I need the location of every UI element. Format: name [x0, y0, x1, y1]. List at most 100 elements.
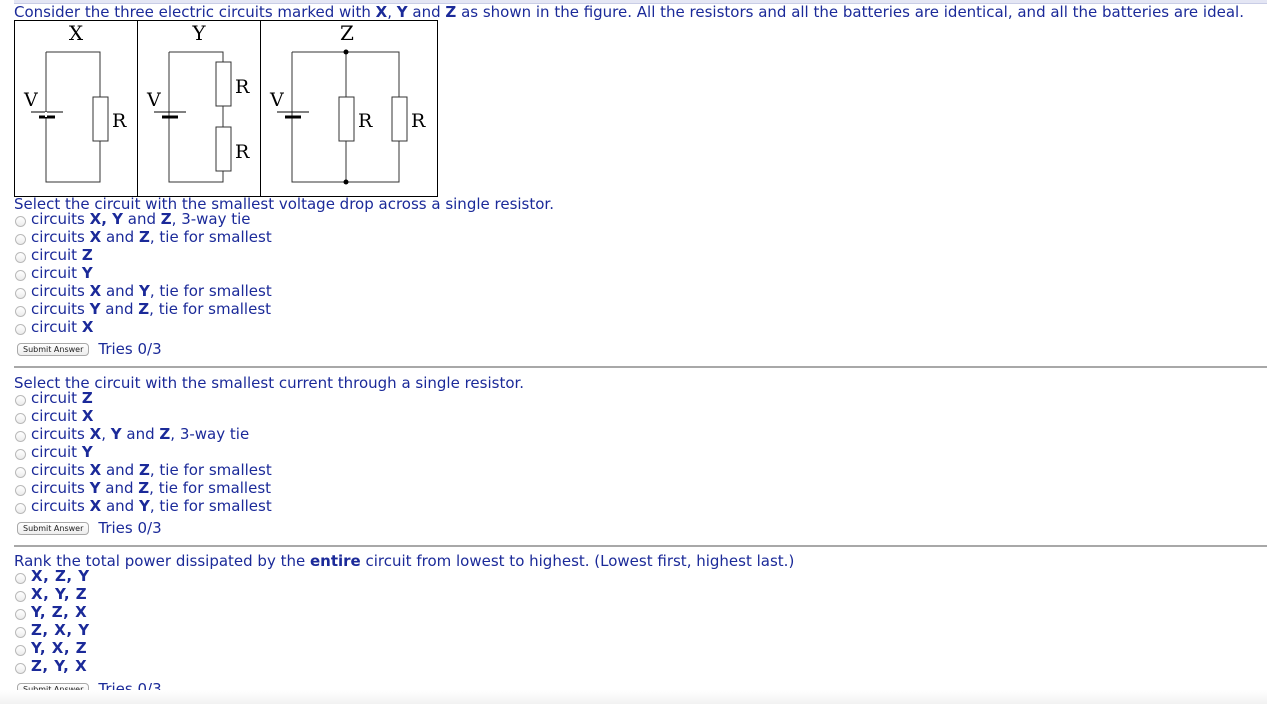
radio-button[interactable] — [15, 449, 26, 460]
question-3-options: X, Z, Y X, Y, Z Y, Z, X Z, X, Y Y, X, Z Z, Y,… — [14, 567, 90, 675]
radio-button[interactable] — [15, 306, 26, 317]
option-label: circuit Y — [31, 264, 93, 282]
option-text: circuits — [31, 479, 90, 497]
option-emphasis: X, Y — [89, 210, 123, 228]
intro-z: Z — [445, 3, 457, 21]
resistor — [92, 96, 109, 142]
option-text: , tie for smallest — [149, 228, 272, 246]
option-emphasis: Z — [81, 389, 93, 407]
resistor — [215, 126, 232, 172]
radio-button[interactable] — [15, 591, 26, 602]
tries-counter: Tries 0/3 — [98, 340, 162, 358]
answer-option[interactable]: Z, Y, X — [14, 657, 90, 675]
answer-option[interactable]: Y, Z, X — [14, 603, 90, 621]
answer-option[interactable]: circuit X — [14, 407, 272, 425]
resistor-label: R — [235, 141, 250, 163]
radio-button[interactable] — [15, 216, 26, 227]
radio-button[interactable] — [15, 324, 26, 335]
radio-button[interactable] — [15, 503, 26, 514]
junction-node — [343, 49, 349, 55]
option-label: circuits Y and Z, tie for smallest — [31, 300, 271, 318]
radio-button[interactable] — [15, 413, 26, 424]
radio-button[interactable] — [15, 252, 26, 263]
option-text: circuits — [31, 497, 90, 515]
option-label: circuits X, Y and Z, 3-way tie — [31, 210, 251, 228]
radio-button[interactable] — [15, 467, 26, 478]
answer-option[interactable]: circuits X and Y, tie for smallest — [14, 282, 272, 300]
option-text: circuits — [31, 282, 90, 300]
radio-button[interactable] — [15, 288, 26, 299]
option-label: circuit X — [31, 318, 93, 336]
option-text: , 3-way tie — [171, 210, 251, 228]
submit-answer-button[interactable]: Submit Answer — [17, 342, 90, 356]
radio-button[interactable] — [15, 663, 26, 674]
answer-option[interactable]: circuits Y and Z, tie for smallest — [14, 479, 272, 497]
answer-option[interactable]: circuits X, Y and Z, 3-way tie — [14, 425, 272, 443]
option-emphasis: Z — [81, 246, 93, 264]
answer-option[interactable]: circuit Y — [14, 264, 272, 282]
option-text: , tie for smallest — [149, 300, 272, 318]
intro-suffix: as shown in the figure. All the resistor… — [456, 3, 1244, 21]
option-text: and — [101, 497, 139, 515]
option-text: , tie for smallest — [149, 461, 272, 479]
resistor — [338, 96, 355, 142]
intro-y: Y — [396, 3, 408, 21]
answer-option[interactable]: circuits X, Y and Z, 3-way tie — [14, 210, 272, 228]
answer-option[interactable]: circuits X and Z, tie for smallest — [14, 461, 272, 479]
answer-option[interactable]: circuit Y — [14, 443, 272, 461]
answer-option[interactable]: circuit Z — [14, 389, 272, 407]
tries-counter: Tries 0/3 — [98, 519, 162, 537]
radio-button[interactable] — [15, 645, 26, 656]
resistor-label: R — [411, 110, 426, 132]
answer-option[interactable]: X, Y, Z — [14, 585, 90, 603]
option-text: , 3-way tie — [170, 425, 250, 443]
intro-sep: , — [387, 3, 397, 21]
option-label: Y, X, Z — [31, 639, 88, 657]
circuit-figure: X R V Y R R V Z R R V — [14, 20, 438, 197]
option-emphasis: Y — [89, 300, 101, 318]
option-emphasis: Y — [81, 264, 93, 282]
answer-option[interactable]: circuit X — [14, 318, 272, 336]
option-label: circuits X and Z, tie for smallest — [31, 461, 272, 479]
option-label: circuits Y and Z, tie for smallest — [31, 479, 271, 497]
radio-button[interactable] — [15, 627, 26, 638]
answer-option[interactable]: circuits X and Z, tie for smallest — [14, 228, 272, 246]
resistor-label: R — [358, 110, 373, 132]
radio-button[interactable] — [15, 395, 26, 406]
option-label: Z, X, Y — [31, 621, 90, 639]
radio-button[interactable] — [15, 270, 26, 281]
intro-x: X — [375, 3, 388, 21]
radio-button[interactable] — [15, 609, 26, 620]
resistor-label: R — [112, 110, 127, 132]
question-2-options: circuit Zcircuit Xcircuits X, Y and Z, 3… — [14, 389, 272, 515]
option-text: circuits — [31, 228, 90, 246]
option-text: and — [123, 210, 161, 228]
circuit-y: Y R R V — [146, 21, 250, 183]
radio-button[interactable] — [15, 234, 26, 245]
answer-option[interactable]: circuits Y and Z, tie for smallest — [14, 300, 272, 318]
answer-option[interactable]: Y, X, Z — [14, 639, 90, 657]
question-1-submit-row: Submit Answer Tries 0/3 — [17, 340, 162, 358]
battery-label: V — [146, 89, 161, 111]
option-text: , tie for smallest — [149, 479, 272, 497]
option-emphasis: X — [81, 318, 94, 336]
answer-option[interactable]: Z, X, Y — [14, 621, 90, 639]
problem-statement: Consider the three electric circuits mar… — [14, 3, 1244, 21]
prompt-emphasis: entire — [309, 552, 361, 570]
answer-option[interactable]: circuits X and Y, tie for smallest — [14, 497, 272, 515]
question-1-options: circuits X, Y and Z, 3-way tie circuits X… — [14, 210, 272, 336]
answer-option[interactable]: circuit Z — [14, 246, 272, 264]
option-text: circuit — [31, 264, 82, 282]
answer-option[interactable]: X, Z, Y — [14, 567, 90, 585]
option-text: circuits — [31, 425, 90, 443]
option-text: and — [101, 461, 139, 479]
battery-label: V — [269, 89, 284, 111]
option-emphasis: Y — [138, 282, 150, 300]
radio-button[interactable] — [15, 431, 26, 442]
radio-button[interactable] — [15, 573, 26, 584]
option-label: circuit Y — [31, 443, 93, 461]
radio-button[interactable] — [15, 485, 26, 496]
option-text: circuit — [31, 246, 82, 264]
submit-answer-button[interactable]: Submit Answer — [17, 521, 90, 535]
option-emphasis: Z — [159, 425, 171, 443]
